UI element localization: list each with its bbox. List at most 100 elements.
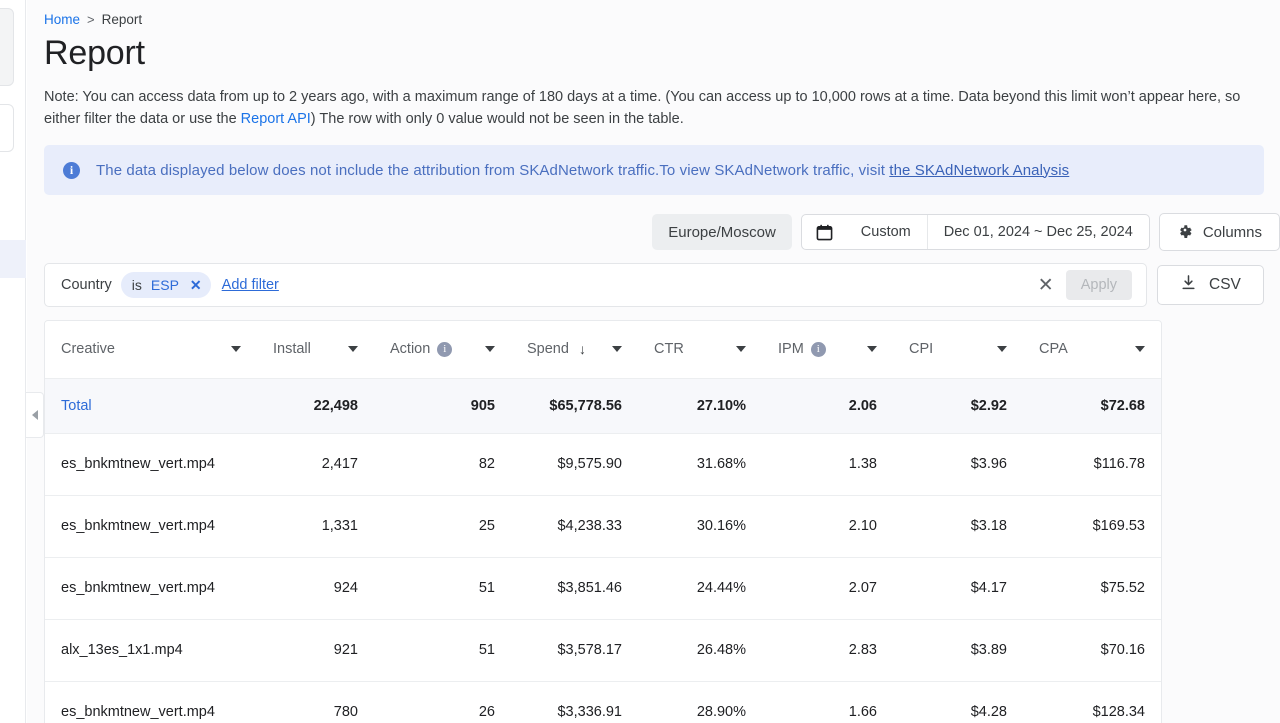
sidebar-collapse-handle[interactable]	[26, 392, 44, 438]
skadnetwork-banner: i The data displayed below does not incl…	[44, 145, 1264, 195]
breadcrumb-home-link[interactable]: Home	[44, 12, 80, 27]
date-range-value[interactable]: Dec 01, 2024 ~ Dec 25, 2024	[926, 215, 1149, 249]
cell-ipm: 2.83	[762, 619, 893, 682]
cell-action: 82	[374, 433, 511, 496]
filter-row: Country is ESP ✕ Add filter ✕ Apply CSV	[44, 263, 1280, 307]
sidebar	[0, 0, 26, 723]
cell-spend: $3,336.91	[511, 681, 638, 723]
cell-install: 921	[257, 619, 374, 682]
download-icon	[1180, 274, 1197, 296]
table-row[interactable]: es_bnkmtnew_vert.mp4 1,331 25 $4,238.33 …	[45, 495, 1161, 558]
breadcrumb-separator: >	[87, 12, 95, 27]
cell-cpi: $3.96	[893, 433, 1023, 496]
sidebar-highlight-strip	[0, 240, 26, 278]
cell-creative: alx_13es_1x1.mp4	[45, 619, 257, 682]
skadnetwork-analysis-link[interactable]: the SKAdNetwork Analysis	[889, 162, 1069, 179]
cell-cpi: $3.89	[893, 619, 1023, 682]
sidebar-card-top[interactable]	[0, 8, 14, 86]
add-filter-link[interactable]: Add filter	[222, 277, 279, 293]
table-total-row: Total 22,498 905 $65,778.56 27.10% 2.06 …	[45, 378, 1161, 434]
cell-install: 1,331	[257, 495, 374, 558]
filter-bar: Country is ESP ✕ Add filter ✕ Apply	[44, 263, 1147, 307]
cell-cpi: $3.18	[893, 495, 1023, 558]
column-label-cpi: CPI	[909, 341, 934, 358]
page-title: Report	[44, 34, 145, 72]
cell-creative: es_bnkmtnew_vert.mp4	[45, 495, 257, 558]
cell-spend: $4,238.33	[511, 495, 638, 558]
filter-value: ESP	[150, 277, 179, 293]
filter-chip[interactable]: is ESP ✕	[120, 272, 211, 298]
chevron-down-icon[interactable]	[1135, 346, 1145, 353]
cell-install: 924	[257, 557, 374, 620]
cell-ipm: 2.07	[762, 557, 893, 620]
info-icon[interactable]: i	[810, 341, 826, 357]
cell-install: 2,417	[257, 433, 374, 496]
cell-cpa: $75.52	[1023, 557, 1161, 620]
column-label-install: Install	[273, 341, 311, 358]
close-icon[interactable]: ✕	[188, 277, 202, 294]
note-part-2: ) The row with only 0 value would not be…	[310, 111, 684, 127]
cell-ctr: 24.44%	[638, 557, 762, 620]
column-header-ctr[interactable]: CTR	[638, 321, 762, 379]
apply-button[interactable]: Apply	[1065, 270, 1132, 300]
cell-spend: $3,578.17	[511, 619, 638, 682]
timezone-button[interactable]: Europe/Moscow	[652, 214, 792, 250]
table-row[interactable]: es_bnkmtnew_vert.mp4 780 26 $3,336.91 28…	[45, 681, 1161, 723]
table-body: Total 22,498 905 $65,778.56 27.10% 2.06 …	[45, 378, 1161, 723]
chevron-down-icon[interactable]	[997, 346, 1007, 353]
date-range-picker[interactable]: Custom Dec 01, 2024 ~ Dec 25, 2024	[800, 214, 1150, 250]
chevron-down-icon[interactable]	[485, 346, 495, 353]
cell-action: 26	[374, 681, 511, 723]
chevron-down-icon[interactable]	[867, 346, 877, 353]
cell-ctr: 31.68%	[638, 433, 762, 496]
csv-export-button[interactable]: CSV	[1157, 265, 1264, 305]
sidebar-card-second[interactable]	[0, 104, 14, 152]
info-icon[interactable]: i	[437, 341, 453, 357]
column-header-creative[interactable]: Creative	[45, 321, 257, 379]
table-row[interactable]: es_bnkmtnew_vert.mp4 2,417 82 $9,575.90 …	[45, 433, 1161, 496]
column-label-ctr: CTR	[654, 341, 684, 358]
total-spend: $65,778.56	[511, 378, 638, 434]
column-label-action: Action	[390, 341, 431, 358]
column-header-action[interactable]: Action i	[374, 321, 511, 379]
column-header-cpa[interactable]: CPA	[1023, 321, 1161, 379]
total-ipm: 2.06	[762, 378, 893, 434]
total-install: 22,498	[257, 378, 374, 434]
table-row[interactable]: alx_13es_1x1.mp4 921 51 $3,578.17 26.48%…	[45, 619, 1161, 682]
cell-cpa: $128.34	[1023, 681, 1161, 723]
column-label-cpa: CPA	[1039, 341, 1068, 358]
chevron-down-icon[interactable]	[736, 346, 746, 353]
total-ctr: 27.10%	[638, 378, 762, 434]
chevron-down-icon[interactable]	[231, 346, 241, 353]
cell-action: 25	[374, 495, 511, 558]
table-head: Creative Install Action i Spend ↓ CTR IP…	[45, 321, 1161, 379]
report-api-link[interactable]: Report API	[241, 111, 311, 127]
table-row[interactable]: es_bnkmtnew_vert.mp4 924 51 $3,851.46 24…	[45, 557, 1161, 620]
column-header-ipm[interactable]: IPM i	[762, 321, 893, 379]
total-label[interactable]: Total	[45, 378, 257, 434]
date-preset-label[interactable]: Custom	[845, 215, 927, 249]
filter-operator: is	[131, 277, 142, 293]
report-table: Creative Install Action i Spend ↓ CTR IP…	[45, 321, 1161, 723]
cell-install: 780	[257, 681, 374, 723]
columns-button-label: Columns	[1202, 223, 1262, 241]
app-root: Home > Report Report Note: You can acces…	[0, 0, 1280, 723]
breadcrumb-current: Report	[101, 12, 143, 27]
cell-creative: es_bnkmtnew_vert.mp4	[45, 681, 257, 723]
total-cpa: $72.68	[1023, 378, 1161, 434]
breadcrumb: Home > Report	[44, 0, 1280, 27]
column-header-install[interactable]: Install	[257, 321, 374, 379]
clear-filters-icon[interactable]: ✕	[1026, 276, 1066, 295]
chevron-down-icon[interactable]	[612, 346, 622, 353]
cell-creative: es_bnkmtnew_vert.mp4	[45, 433, 257, 496]
columns-button[interactable]: Columns	[1158, 213, 1280, 251]
column-label-ipm: IPM	[778, 341, 804, 358]
cell-cpi: $4.28	[893, 681, 1023, 723]
column-header-cpi[interactable]: CPI	[893, 321, 1023, 379]
chevron-left-icon	[31, 410, 38, 420]
chevron-down-icon[interactable]	[348, 346, 358, 353]
calendar-icon	[802, 224, 845, 241]
info-icon: i	[63, 161, 80, 179]
sort-descending-icon[interactable]: ↓	[579, 341, 586, 357]
column-header-spend[interactable]: Spend ↓	[511, 321, 638, 379]
